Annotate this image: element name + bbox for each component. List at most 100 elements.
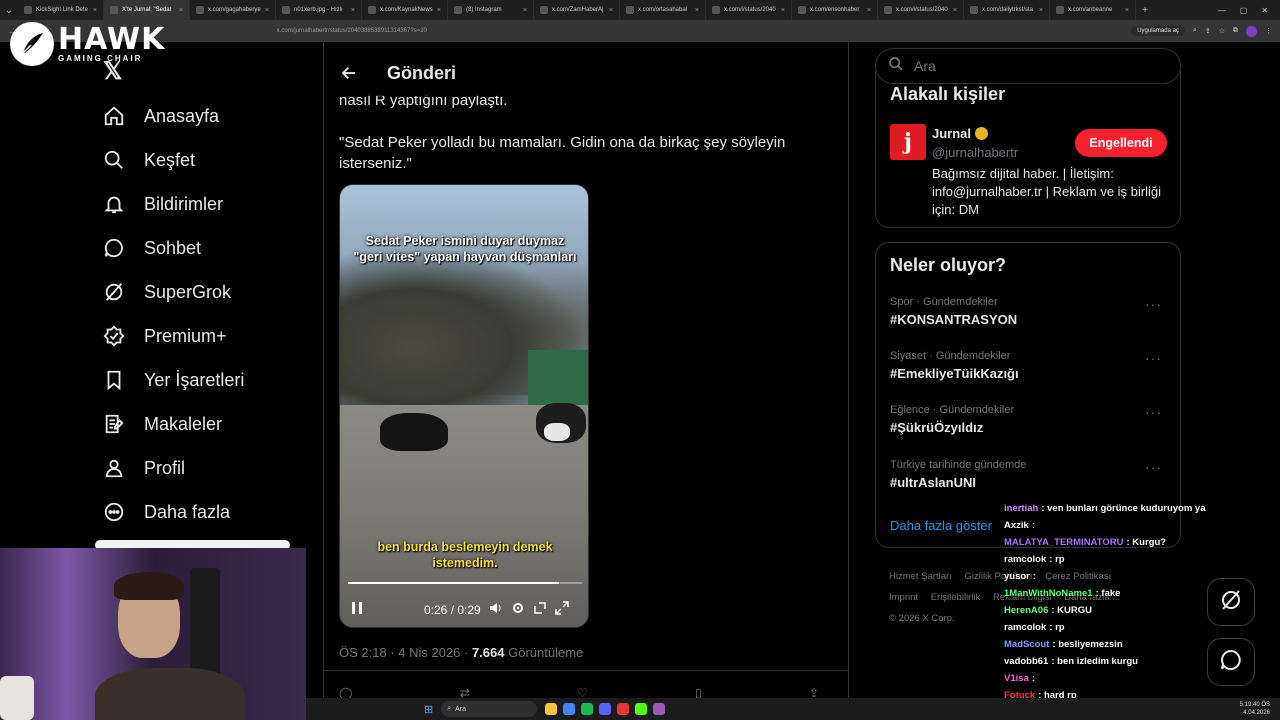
search-box[interactable] xyxy=(875,48,1181,84)
minimize-icon[interactable]: — xyxy=(1218,6,1226,15)
fullscreen-icon[interactable] xyxy=(554,600,569,620)
back-arrow-icon[interactable] xyxy=(340,64,364,82)
discord-icon[interactable] xyxy=(599,703,612,715)
close-window-icon[interactable]: ✕ xyxy=(1261,6,1268,15)
chat-username[interactable]: 1ManWithNoName1 xyxy=(1004,588,1093,599)
blocked-button[interactable]: Engellendi xyxy=(1075,129,1167,157)
footer-link[interactable]: Imprint xyxy=(889,592,918,603)
close-tab-icon[interactable]: × xyxy=(523,7,527,14)
open-in-app-button[interactable]: Uygulamada aç xyxy=(1131,26,1185,36)
chat-username[interactable]: MALATYA_TERMINATORU xyxy=(1004,537,1123,548)
taskbar-clock[interactable]: 5:19:40 ÖS 4.04.2026 xyxy=(1240,701,1270,717)
new-tab-icon[interactable]: + xyxy=(1136,5,1154,16)
browser-tab[interactable]: x.com/ortasahabal × xyxy=(620,0,706,20)
nav-item-notifications[interactable]: Bildirimler xyxy=(100,182,320,226)
browser-tab[interactable]: x.com/KaynakNews × xyxy=(362,0,448,20)
nav-item-more[interactable]: Daha fazla xyxy=(100,490,320,534)
chat-username[interactable]: yusor xyxy=(1004,571,1030,582)
share-icon[interactable]: ⇪ xyxy=(1205,27,1211,35)
volume-icon[interactable] xyxy=(489,601,503,620)
close-tab-icon[interactable]: × xyxy=(609,7,613,14)
menu-icon[interactable]: ⋮ xyxy=(1265,27,1272,35)
search-input[interactable] xyxy=(914,58,1154,74)
settings-gear-icon[interactable] xyxy=(511,601,525,620)
maximize-icon[interactable]: ▢ xyxy=(1240,6,1248,15)
nav-item-premium[interactable]: Premium+ xyxy=(100,314,320,358)
app-icon[interactable] xyxy=(617,703,630,715)
pip-icon[interactable] xyxy=(533,601,547,620)
browser-tab[interactable]: x.com/i/status/2040 × xyxy=(706,0,792,20)
star-icon[interactable]: ☆ xyxy=(1219,27,1225,35)
account-name[interactable]: Jurnal xyxy=(932,126,989,141)
extensions-icon[interactable]: ⧉ xyxy=(1233,27,1238,35)
close-tab-icon[interactable]: × xyxy=(93,7,97,14)
browser-tab[interactable]: x.com/anbeanne × xyxy=(1050,0,1136,20)
nav-item-chat[interactable]: Sohbet xyxy=(100,226,320,270)
browser-tab[interactable]: (8) Instagram × xyxy=(448,0,534,20)
chat-username[interactable]: Axzik xyxy=(1004,520,1029,531)
chat-username[interactable]: MadScout xyxy=(1004,639,1049,650)
trend-item[interactable]: Türkiye tarihinde gündemde #ultrAslanUNI… xyxy=(890,459,1170,490)
chrome-icon[interactable] xyxy=(563,703,576,715)
close-tab-icon[interactable]: × xyxy=(1039,7,1043,14)
windows-start-icon[interactable]: ⊞ xyxy=(424,703,433,716)
close-tab-icon[interactable]: × xyxy=(867,7,871,14)
pause-icon[interactable] xyxy=(350,601,364,620)
chat-username[interactable]: ramcolok xyxy=(1004,622,1046,633)
taskbar-search[interactable]: ⌕ Ara xyxy=(441,701,538,717)
close-tab-icon[interactable]: × xyxy=(1125,7,1129,14)
chat-username[interactable]: V1isa xyxy=(1004,673,1029,684)
zoom-icon[interactable]: ⌕ xyxy=(1193,27,1197,35)
app-icon[interactable] xyxy=(653,703,666,715)
browser-tab[interactable]: n01xerb.jpg - Hızlı × xyxy=(276,0,362,20)
account-handle[interactable]: @jurnalhabertr xyxy=(932,145,1018,160)
browser-tab[interactable]: KickSight Link Dete × xyxy=(18,0,104,20)
spotify-icon[interactable] xyxy=(581,703,594,715)
nav-item-supergrok[interactable]: SuperGrok xyxy=(100,270,320,314)
nav-item-articles[interactable]: Makaleler xyxy=(100,402,320,446)
close-tab-icon[interactable]: × xyxy=(437,7,441,14)
messages-fab[interactable] xyxy=(1207,638,1255,686)
profile-avatar[interactable] xyxy=(1246,25,1257,37)
footer-link[interactable]: Erişilebilirlik xyxy=(931,592,981,603)
close-tab-icon[interactable]: × xyxy=(351,7,355,14)
nav-item-home[interactable]: Anasayfa xyxy=(100,94,320,138)
nav-item-explore[interactable]: Keşfet xyxy=(100,138,320,182)
chat-username[interactable]: vadobb61 xyxy=(1004,656,1048,667)
browser-tab[interactable]: X'te Jurnal: "Sedat × xyxy=(104,0,190,20)
close-tab-icon[interactable]: × xyxy=(265,7,269,14)
browser-tab[interactable]: x.com/i/status/2040 × xyxy=(878,0,964,20)
close-tab-icon[interactable]: × xyxy=(695,7,699,14)
close-tab-icon[interactable]: × xyxy=(953,7,957,14)
more-options-icon[interactable]: ··· xyxy=(1145,459,1162,475)
grok-fab[interactable] xyxy=(1207,578,1255,626)
browser-tab[interactable]: x.com/dailytrkst/sta × xyxy=(964,0,1050,20)
chat-username[interactable]: HerenA06 xyxy=(1004,605,1048,616)
browser-tab[interactable]: x.com/ensonhaber × xyxy=(792,0,878,20)
more-options-icon[interactable]: ··· xyxy=(1145,296,1162,312)
kick-icon[interactable] xyxy=(635,703,648,715)
more-options-icon[interactable]: ··· xyxy=(1145,350,1162,366)
file-explorer-icon[interactable] xyxy=(545,703,558,715)
chat-username[interactable]: ramcolok xyxy=(1004,554,1046,565)
jurnal-avatar[interactable]: j xyxy=(890,124,926,160)
nav-item-bookmarks[interactable]: Yer İşaretleri xyxy=(100,358,320,402)
post-timestamp[interactable]: ÖS 2:18 · 4 Nis 2026 · xyxy=(339,645,472,660)
trend-item[interactable]: Spor · Gündemdekiler #KONSANTRASYON ··· xyxy=(890,296,1170,327)
address-bar[interactable]: ← → ↻ x.com/jurnalhabertr/status/2040388… xyxy=(0,20,1280,42)
nav-item-profile[interactable]: Profil xyxy=(100,446,320,490)
footer-link[interactable]: Hizmet Şartları xyxy=(889,571,952,582)
close-tab-icon[interactable]: × xyxy=(179,7,183,14)
close-tab-icon[interactable]: × xyxy=(781,7,785,14)
video-progress-bar[interactable] xyxy=(348,582,582,584)
browser-tab[interactable]: x.com/gagahaberye × xyxy=(190,0,276,20)
trend-item[interactable]: Siyaset · Gündemdekiler #EmekliyeTüikKaz… xyxy=(890,350,1170,381)
more-options-icon[interactable]: ··· xyxy=(1145,404,1162,420)
trend-item[interactable]: Eğlence · Gündemdekiler #ŞükrüÖzyıldız ·… xyxy=(890,404,1170,435)
browser-tab[interactable]: x.com/ZamHaberAj × xyxy=(534,0,620,20)
chat-username[interactable]: inertiah xyxy=(1004,503,1038,514)
url-text[interactable]: x.com/jurnalhabertr/status/2040388538911… xyxy=(277,28,427,34)
video-player[interactable]: Sedat Peker ismini duyar duymaz "geri vi… xyxy=(339,184,589,628)
show-more-link[interactable]: Daha fazla göster xyxy=(890,518,992,533)
tab-list-icon[interactable]: ⌄ xyxy=(0,5,18,16)
